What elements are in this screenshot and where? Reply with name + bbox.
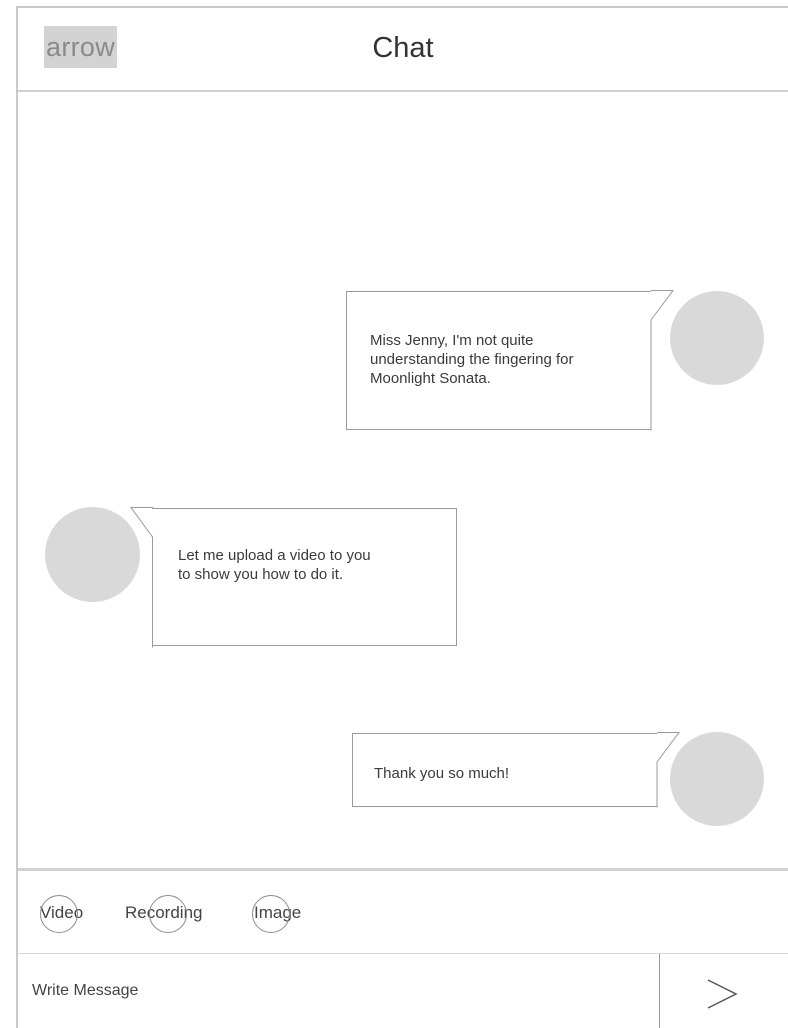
video-icon: [40, 895, 78, 933]
recording-button[interactable]: Recording: [125, 895, 203, 933]
chat-messages[interactable]: Miss Jenny, I'm not quite understanding …: [18, 92, 788, 868]
header-bar: arrow Chat: [18, 8, 788, 92]
image-icon: [252, 895, 290, 933]
message-line: understanding the fingering for: [370, 351, 574, 368]
bubble-tail: [650, 290, 674, 431]
attachment-toolbar: Video Recording Image: [18, 868, 788, 954]
message-bubble-incoming: Let me upload a video to you to show you…: [152, 508, 457, 646]
microphone-icon: [149, 895, 187, 933]
message-line: to show you how to do it.: [178, 566, 344, 583]
message-bubble-outgoing: Miss Jenny, I'm not quite understanding …: [346, 291, 651, 430]
message-input[interactable]: [32, 982, 632, 1000]
video-button[interactable]: Video: [40, 895, 83, 933]
page-title: Chat: [372, 32, 434, 64]
send-button[interactable]: [660, 954, 788, 1028]
my-avatar[interactable]: [670, 291, 764, 385]
message-line: Thank you so much!: [374, 765, 510, 782]
message-bubble-outgoing: Thank you so much!: [352, 733, 657, 807]
message-line: Miss Jenny, I'm not quite: [370, 332, 534, 349]
message-line: Let me upload a video to you: [178, 547, 371, 564]
message-line: Moonlight Sonata.: [370, 370, 491, 387]
image-button[interactable]: Image: [252, 895, 301, 933]
my-avatar[interactable]: [670, 732, 764, 826]
message-composer: [18, 954, 788, 1028]
teacher-avatar[interactable]: [45, 507, 140, 602]
chevron-right-icon: [707, 979, 738, 1009]
